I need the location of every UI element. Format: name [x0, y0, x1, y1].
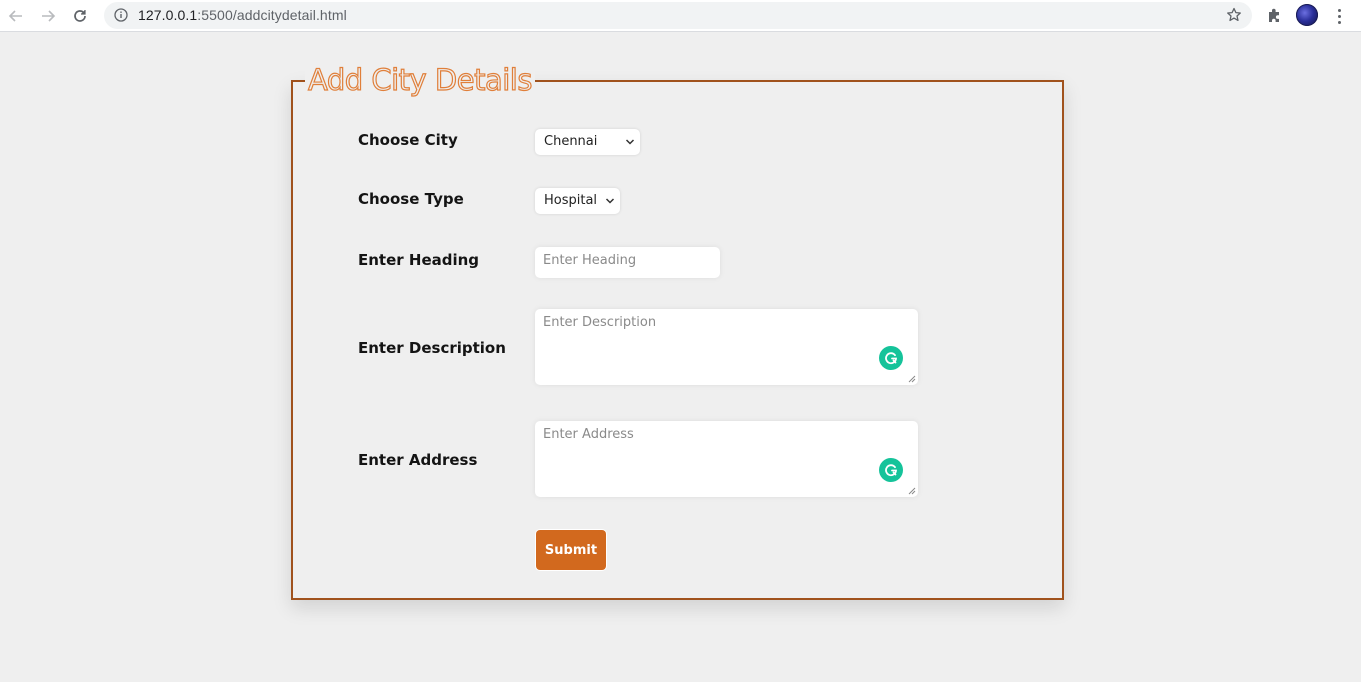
city-label: Choose City — [358, 131, 458, 149]
form-legend: Add City Details — [305, 61, 535, 99]
url-path: :5500/addcitydetail.html — [197, 7, 347, 23]
city-select-value: Chennai — [544, 134, 598, 149]
reload-icon[interactable] — [68, 4, 92, 28]
url-text: 127.0.0.1:5500/addcitydetail.html — [138, 7, 347, 23]
add-city-details-form: Add City Details Choose City Chennai Cho… — [291, 61, 1064, 600]
address-textarea[interactable]: Enter Address — [535, 421, 918, 497]
address-bar[interactable]: 127.0.0.1:5500/addcitydetail.html — [104, 2, 1252, 29]
description-textarea[interactable]: Enter Description — [535, 309, 918, 385]
address-label: Enter Address — [358, 451, 478, 469]
chevron-down-icon — [625, 139, 635, 145]
resize-handle-icon[interactable] — [908, 487, 916, 495]
grammarly-icon[interactable] — [879, 346, 903, 370]
url-host: 127.0.0.1 — [138, 7, 198, 23]
heading-placeholder: Enter Heading — [543, 253, 637, 268]
type-select[interactable]: Hospital — [535, 188, 620, 214]
grammarly-icon[interactable] — [879, 458, 903, 482]
address-placeholder: Enter Address — [543, 427, 634, 442]
heading-input[interactable]: Enter Heading — [535, 247, 720, 278]
browser-toolbar: 127.0.0.1:5500/addcitydetail.html — [0, 0, 1361, 32]
back-arrow-icon[interactable] — [4, 4, 28, 28]
info-icon[interactable] — [114, 8, 128, 22]
resize-handle-icon[interactable] — [908, 375, 916, 383]
browser-menu-icon[interactable] — [1330, 4, 1348, 28]
chevron-down-icon — [605, 198, 615, 204]
extensions-puzzle-icon[interactable] — [1266, 6, 1284, 24]
bookmark-star-icon[interactable] — [1226, 7, 1242, 23]
city-select[interactable]: Chennai — [535, 129, 640, 155]
forward-arrow-icon[interactable] — [36, 4, 60, 28]
submit-button[interactable]: Submit — [536, 530, 606, 570]
profile-avatar[interactable] — [1296, 4, 1318, 26]
heading-label: Enter Heading — [358, 251, 480, 269]
type-label: Choose Type — [358, 190, 464, 208]
description-label: Enter Description — [358, 339, 506, 357]
description-placeholder: Enter Description — [543, 315, 657, 330]
type-select-value: Hospital — [544, 193, 598, 208]
